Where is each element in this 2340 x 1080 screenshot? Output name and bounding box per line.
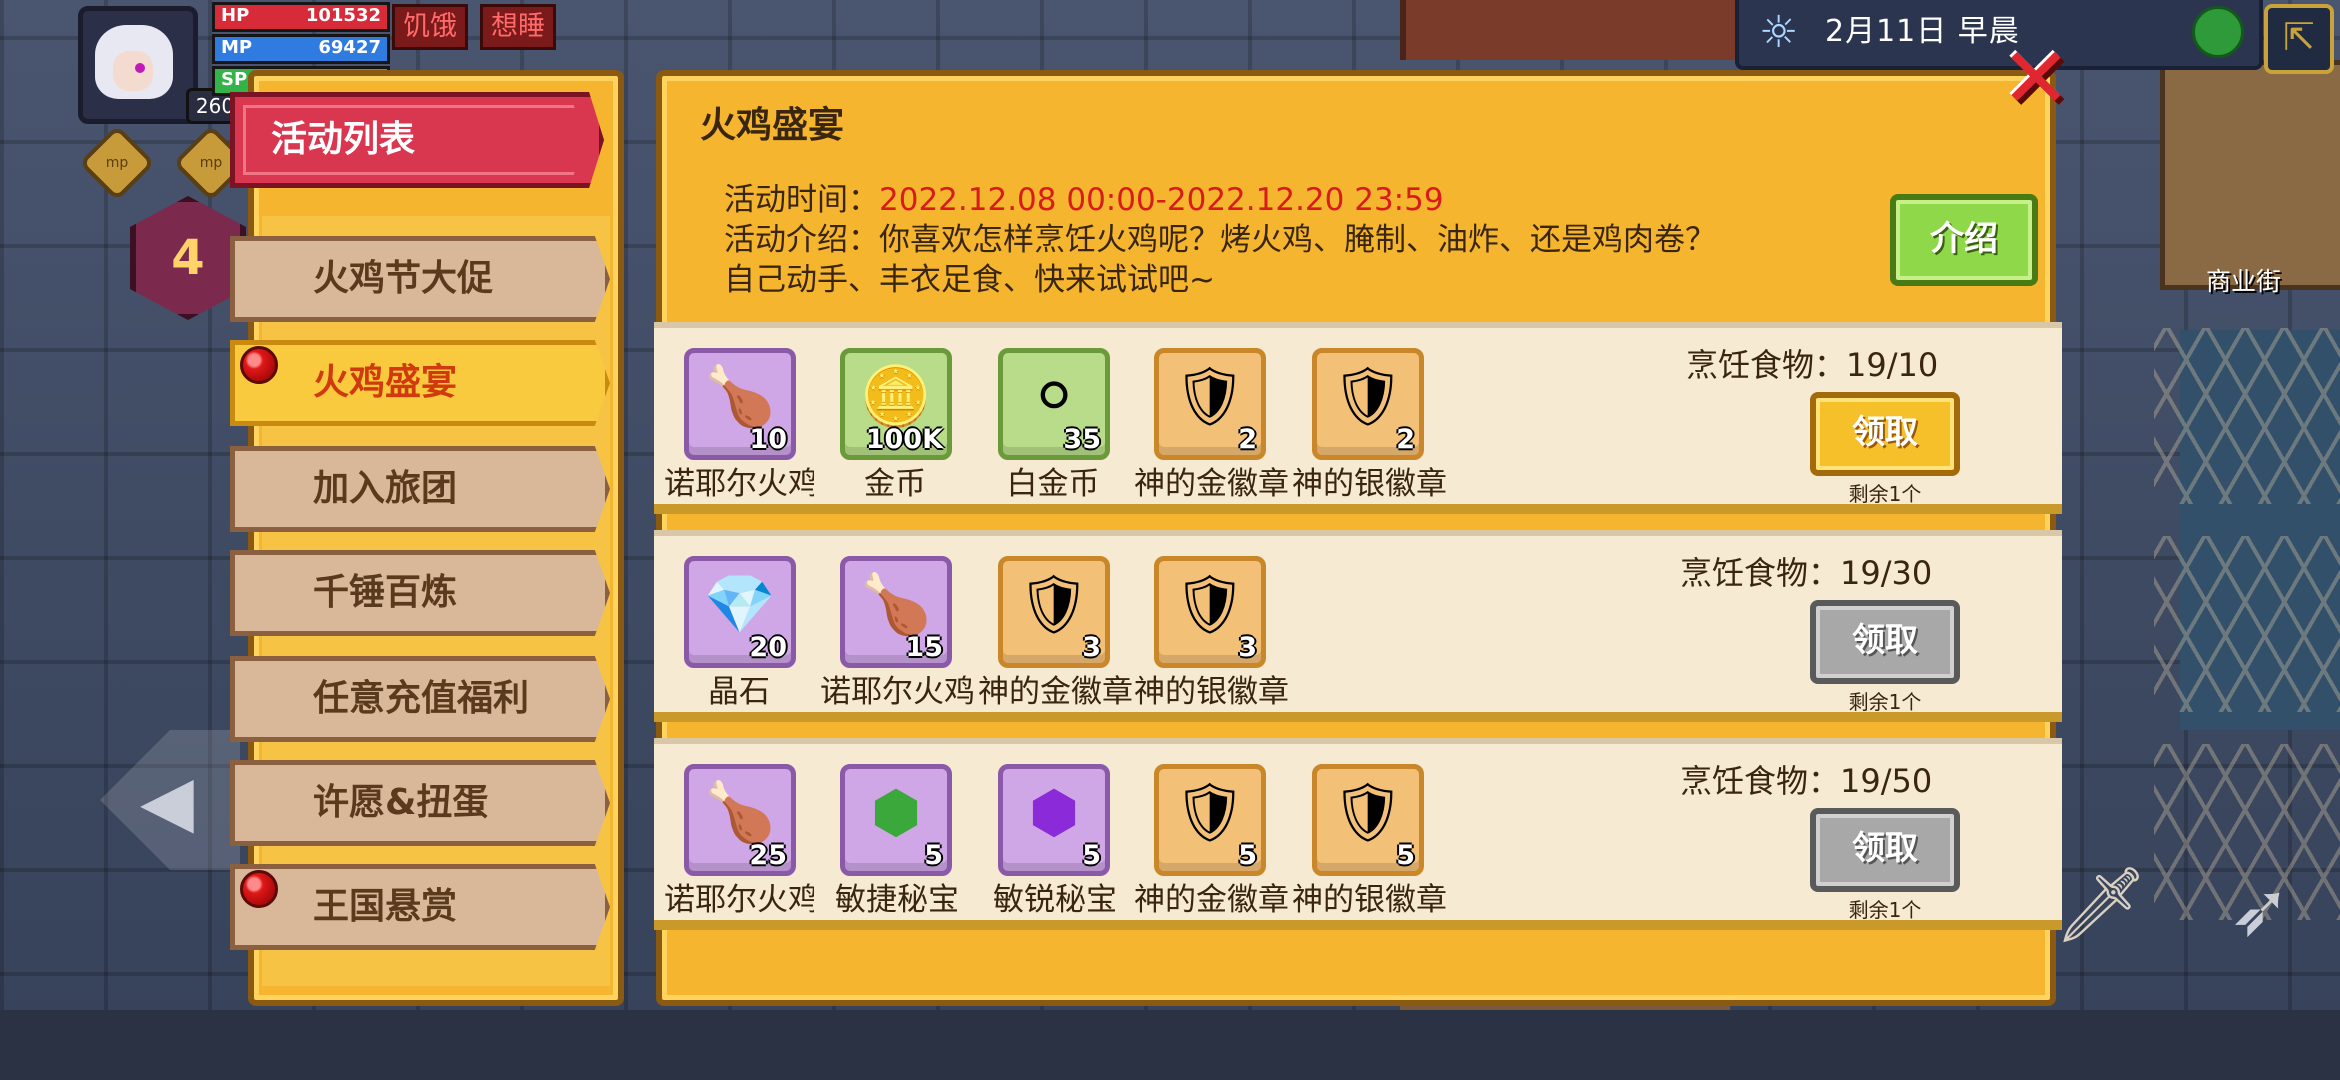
- item-name: 敏捷秘宝: [835, 882, 959, 918]
- event-item-turkey-sale[interactable]: 火鸡节大促: [230, 236, 610, 322]
- item-name: 神的金徽章: [1134, 466, 1288, 502]
- player-avatar[interactable]: [78, 6, 198, 124]
- remaining-count: 剩余1个: [1848, 898, 1922, 922]
- item-name: 诺耶尔火鸡: [664, 466, 814, 502]
- bottom-wall: [0, 1010, 2340, 1080]
- remaining-count: 剩余1个: [1848, 690, 1922, 714]
- notification-dot-icon: [240, 870, 278, 908]
- event-info: 活动时间：2022.12.08 00:00-2022.12.20 23:59 活…: [724, 182, 1716, 298]
- location-label: 商业街: [2206, 267, 2282, 296]
- item-name: 神的金徽章: [978, 674, 1132, 710]
- event-item-join-guild[interactable]: 加入旅团: [230, 446, 610, 532]
- date-text: 2月11日 早晨: [1825, 14, 2020, 49]
- cook-progress: 烹饪食物：19/10: [1686, 346, 1939, 384]
- event-item-turkey-feast[interactable]: 火鸡盛宴: [230, 340, 610, 426]
- event-list-header: 活动列表: [230, 92, 604, 188]
- sword-icon[interactable]: 🗡: [2054, 860, 2148, 950]
- item-name: 神的银徽章: [1292, 882, 1446, 918]
- mp-bar: MP 69427: [212, 34, 390, 64]
- carpet-top: [1400, 0, 1742, 60]
- event-title: 火鸡盛宴: [700, 105, 845, 146]
- remaining-count: 剩余1个: [1848, 482, 1922, 506]
- intro-button[interactable]: 介绍: [1890, 194, 2038, 286]
- item-name: 白金币: [1006, 466, 1100, 502]
- gold-badge-icon[interactable]: 🛡 3: [998, 556, 1110, 668]
- gold-badge-icon[interactable]: 🛡 2: [1154, 348, 1266, 460]
- close-icon[interactable]: ✕: [1996, 36, 2076, 120]
- platinum-coin-icon[interactable]: ⚪ 35: [998, 348, 1110, 460]
- event-item-kingdom-bounty[interactable]: 王国悬赏: [230, 864, 610, 950]
- item-name: 敏锐秘宝: [993, 882, 1117, 918]
- roast-turkey-icon[interactable]: 🍗 25: [684, 764, 796, 876]
- gold-coin-icon[interactable]: 🪙 100K: [840, 348, 952, 460]
- event-description: 你喜欢怎样烹饪火鸡呢？烤火鸡、腌制、油炸、还是鸡肉卷？: [879, 222, 1716, 258]
- item-name: 晶石: [708, 674, 770, 710]
- exit-icon[interactable]: ⇱: [2264, 4, 2334, 74]
- silver-badge-icon[interactable]: 🛡 2: [1312, 348, 1424, 460]
- status-hungry: 饥饿: [392, 4, 468, 50]
- item-name: 神的银徽章: [1292, 466, 1446, 502]
- purple-gem-icon[interactable]: ⬢ 5: [998, 764, 1110, 876]
- cook-progress: 烹饪食物：19/30: [1680, 554, 1933, 592]
- hp-bar: HP 101532: [212, 2, 390, 32]
- item-name: 金币: [864, 466, 926, 502]
- roast-turkey-icon[interactable]: 🍗 10: [684, 348, 796, 460]
- event-item-forging[interactable]: 千锤百炼: [230, 550, 610, 636]
- silver-badge-icon[interactable]: 🛡 3: [1154, 556, 1266, 668]
- item-name: 诺耶尔火鸡: [664, 882, 814, 918]
- silver-badge-icon[interactable]: 🛡 5: [1312, 764, 1424, 876]
- sun-icon: ☼: [1759, 7, 1799, 58]
- network-globe-icon[interactable]: [2192, 6, 2244, 58]
- item-name: 诺耶尔火鸡: [820, 674, 974, 710]
- crystal-icon[interactable]: 💎 20: [684, 556, 796, 668]
- roast-turkey-icon[interactable]: 🍗 15: [840, 556, 952, 668]
- claim-button[interactable]: 领取: [1810, 808, 1960, 892]
- notification-dot-icon: [240, 346, 278, 384]
- event-description-2: 自己动手、丰衣足食、快来试试吧~: [724, 262, 1215, 298]
- item-name: 神的金徽章: [1134, 882, 1288, 918]
- gold-badge-icon[interactable]: 🛡 5: [1154, 764, 1266, 876]
- claim-button[interactable]: 领取: [1810, 392, 1960, 476]
- claim-button[interactable]: 领取: [1810, 600, 1960, 684]
- shop-room: [2160, 60, 2340, 290]
- green-gem-icon[interactable]: ⬢ 5: [840, 764, 952, 876]
- event-item-recharge-bonus[interactable]: 任意充值福利: [230, 656, 610, 742]
- item-name: 神的银徽章: [1134, 674, 1288, 710]
- status-sleepy: 想睡: [480, 4, 556, 50]
- event-time: 2022.12.08 00:00-2022.12.20 23:59: [879, 182, 1444, 218]
- event-item-wish-gacha[interactable]: 许愿&扭蛋: [230, 760, 610, 846]
- cook-progress: 烹饪食物：19/50: [1680, 762, 1933, 800]
